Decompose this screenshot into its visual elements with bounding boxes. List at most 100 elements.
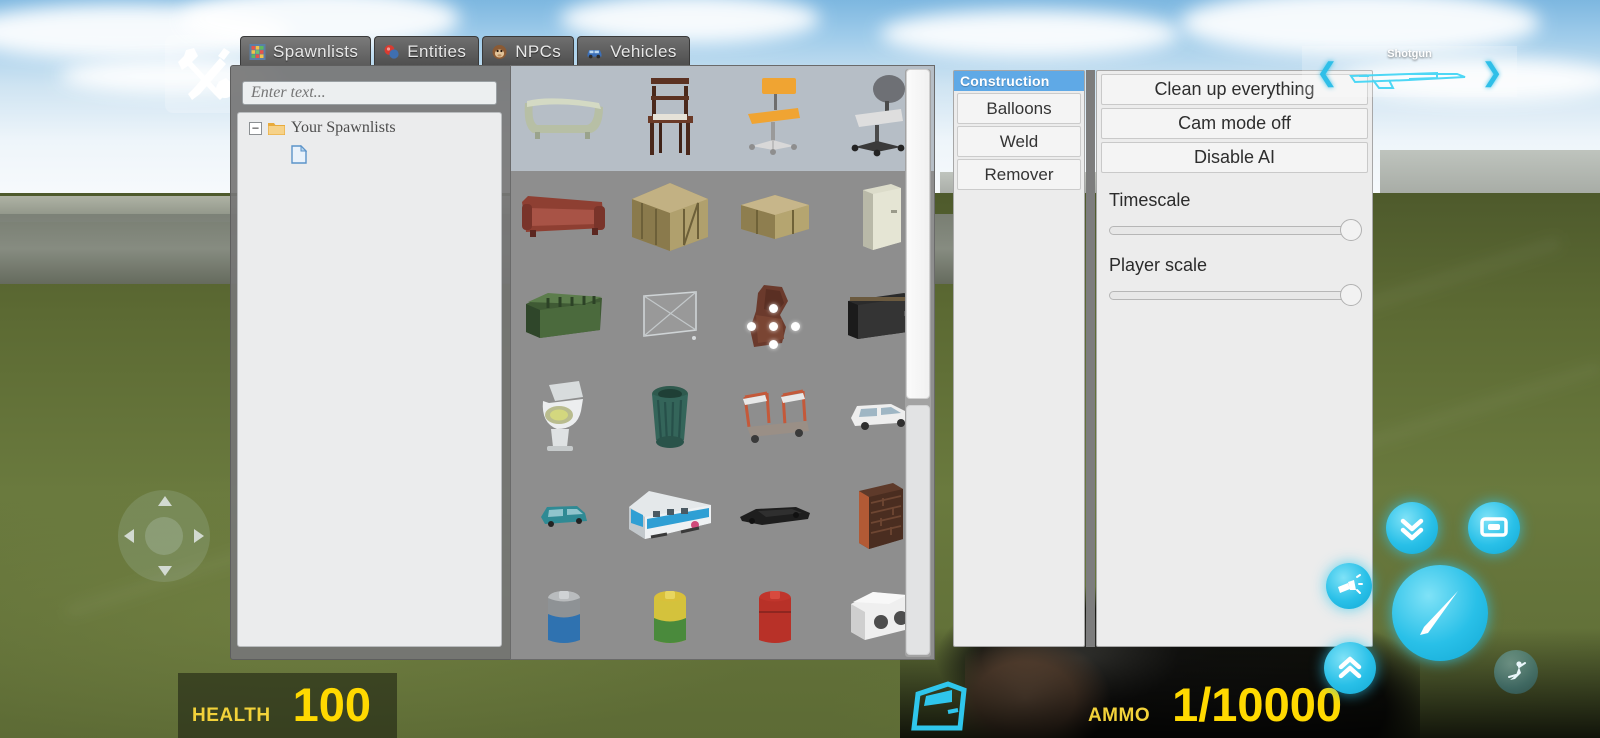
jump-button[interactable] [1324,642,1376,694]
grid-row [511,466,934,566]
tool-panels[interactable]: Construction Balloons Weld Remover Clean… [948,70,1378,652]
tab-label: Vehicles [610,41,677,61]
tab-label: Entities [407,41,467,61]
chevron-left-icon[interactable]: ❮ [1316,59,1338,86]
grid-vertical-scrollbar[interactable] [905,69,931,657]
timescale-label: Timescale [1109,190,1191,210]
crouch-button[interactable] [1386,502,1438,554]
grid-row [511,66,934,166]
monkey-face-icon [492,44,507,59]
spawn-icon-bathtub[interactable] [511,66,617,166]
spawn-icon-blue-barrel[interactable] [511,566,617,659]
grid-swatches-icon [249,43,266,60]
disable-ai-button[interactable]: Disable AI [1101,142,1368,173]
slider-track[interactable] [1109,291,1360,300]
player-scale-slider[interactable] [1109,284,1362,306]
spawn-icon-grid-panel[interactable] [510,65,935,660]
player-scale-label: Player scale [1109,255,1208,275]
tool-category-balloons[interactable]: Balloons [957,93,1081,124]
tab-label: NPCs [515,41,562,61]
tab-spawnlists[interactable]: Spawnlists [240,36,372,66]
spawn-icon-orange-cart[interactable] [723,366,829,466]
slider-track[interactable] [1109,226,1360,235]
spawn-icon-orange-office-chair[interactable] [723,66,829,166]
spawn-icon-large-wooden-crate[interactable] [617,166,723,266]
tool-options-panel[interactable]: Clean up everything Cam mode off Disable… [1096,70,1373,647]
tool-category-header[interactable]: Construction [954,71,1084,91]
spawn-icon-red-couch[interactable] [511,166,617,266]
spawn-menu[interactable]: Spawnlists Entities NPCs Vehicles Enter … [165,35,935,660]
tab-entities[interactable]: Entities [374,36,480,66]
grid-row [511,566,934,659]
search-input[interactable] [251,84,488,102]
movement-joystick[interactable] [118,490,210,582]
cam-mode-button[interactable]: Cam mode off [1101,108,1368,139]
joystick-up-arrow[interactable] [158,496,172,506]
noclip-button[interactable] [1494,650,1538,694]
spawn-icon-black-flatbed[interactable] [723,466,829,566]
blue-car-icon [587,49,602,58]
flashlight-icon [1338,574,1363,594]
ammo-value: 1/10000 [1172,678,1342,731]
attack-button[interactable] [1392,565,1488,661]
double-chevron-down-icon [1400,518,1424,541]
tree-row-your-spawnlists[interactable]: − Your Spawnlists [238,113,501,137]
tool-category-list[interactable]: Construction Balloons Weld Remover [953,70,1085,647]
joystick-down-arrow[interactable] [158,566,172,576]
car-door-icon [911,681,967,731]
scrollbar-thumb[interactable] [906,69,930,399]
ammo-label: AMMO [1087,705,1151,726]
tree-label: Your Spawnlists [291,119,396,136]
spawn-icon-grid[interactable] [511,66,934,659]
flashlight-button[interactable] [1326,563,1372,609]
spawn-icon-red-barrel[interactable] [723,566,829,659]
spawn-icon-green-dumpster[interactable] [511,266,617,366]
spawn-icon-toilet[interactable] [511,366,617,466]
chevron-right-icon[interactable]: ❯ [1481,59,1503,86]
document-page-icon [291,144,308,164]
flying-person-icon [1508,661,1526,680]
tree-row-child-item[interactable] [238,137,501,169]
touch-indicator-dots [747,304,803,350]
joystick-left-arrow[interactable] [124,529,134,543]
tab-npcs[interactable]: NPCs [482,36,575,66]
spawn-icon-train-carriage[interactable] [617,466,723,566]
ammo-hud: AMMO 1/10000 [1074,673,1368,738]
tab-vehicles[interactable]: Vehicles [577,36,690,66]
search-input-wrapper[interactable] [242,81,497,105]
chat-button[interactable] [1468,502,1520,554]
spawn-icon-small-wooden-crate[interactable] [723,166,829,266]
joystick-right-arrow[interactable] [194,529,204,543]
weapon-selector[interactable]: Shotgun ❮ ❯ [1302,46,1517,97]
distant-building [1380,150,1600,198]
health-value: 100 [292,678,372,731]
tool-category-weld[interactable]: Weld [957,126,1081,157]
scrollbar-track-lower[interactable] [906,405,930,655]
spawn-menu-tabs[interactable]: Spawnlists Entities NPCs Vehicles [240,36,690,66]
slash-blade-icon [1420,591,1458,635]
grid-row [511,366,934,466]
spawn-icon-yellow-barrel[interactable] [617,566,723,659]
shotgun-icon [1348,71,1465,89]
slider-knob[interactable] [1339,219,1362,241]
spawn-icon-wooden-chair[interactable] [617,66,723,166]
tree-collapse-toggle[interactable]: − [249,121,262,135]
folder-icon [268,123,285,135]
spawnlist-tree-panel[interactable]: − Your Spawnlists [237,112,502,647]
spawn-icon-trash-can[interactable] [617,366,723,466]
tool-category-remover[interactable]: Remover [957,159,1081,190]
chat-bubble-icon [1480,517,1508,537]
health-label: HEALTH [192,705,271,726]
panel-divider [1086,70,1095,647]
timescale-slider[interactable] [1109,219,1362,241]
slider-knob[interactable] [1339,284,1362,306]
red-ball-icon [384,44,399,59]
tab-label: Spawnlists [273,41,359,61]
joystick-knob[interactable] [145,517,183,555]
double-chevron-up-icon [1338,656,1362,679]
grid-row [511,166,934,266]
health-hud: HEALTH 100 [178,673,398,738]
spawn-icon-wire-frame-panel[interactable] [617,266,723,366]
grid-row [511,266,934,366]
spawn-icon-blue-car[interactable] [511,466,617,566]
